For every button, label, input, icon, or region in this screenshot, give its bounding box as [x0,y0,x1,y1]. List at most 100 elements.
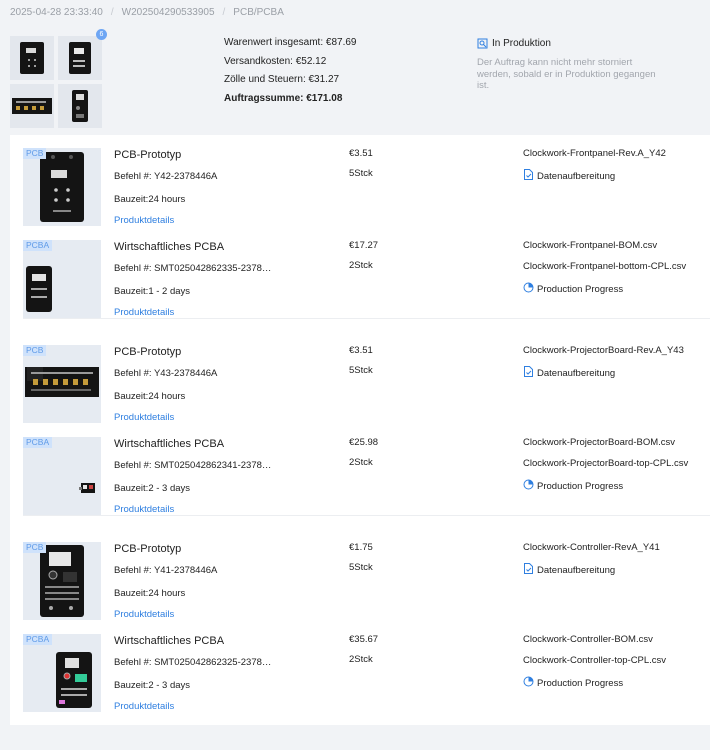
file-list: Clockwork-Controller-BOM.csv Clockwork-Co… [523,634,709,691]
file-list: Clockwork-ProjectorBoard-Rev.A_Y43 Daten… [523,345,709,381]
product-info: PCB-Prototyp Befehl #: Y43-2378446A Bauz… [114,345,274,423]
product-title: Wirtschaftliches PCBA [114,635,225,647]
order-status: In Produktion Der Auftrag kann nicht meh… [477,36,657,92]
product-title: Wirtschaftliches PCBA [114,438,225,450]
order-items-card: PCB PCB-Prototyp Befehl #: Y42-2378446A … [10,135,710,725]
shipping-cost: Versandkosten: €52.12 [224,55,327,67]
build-time: Bauzeit:1 - 2 days [114,286,191,297]
item-price: €25.98 [349,437,379,448]
product-title: PCB-Prototyp [114,346,182,358]
file-name[interactable]: Clockwork-Frontpanel-bottom-CPL.csv [523,261,709,282]
order-item-row: PCB PCB-Prototyp Befehl #: Y42-2378446A … [23,135,710,226]
file-list: Clockwork-Controller-RevA_Y41 Datenaufbe… [523,542,709,578]
item-price: €3.51 [349,148,373,159]
product-info: Wirtschaftliches PCBA Befehl #: SMT02504… [114,240,274,318]
product-image[interactable]: PCBA [23,437,101,515]
item-price: €1.75 [349,542,373,553]
production-status[interactable]: Datenaufbereitung [523,563,709,578]
status-note: Der Auftrag kann nicht mehr storniert we… [477,57,656,91]
file-name[interactable]: Clockwork-ProjectorBoard-BOM.csv [523,437,709,458]
product-details-link[interactable]: Produktdetails [114,307,274,318]
file-name[interactable]: Clockwork-Controller-BOM.csv [523,634,709,655]
order-number: Befehl #: SMT025042862341-23784… [114,460,274,471]
breadcrumb: 2025-04-28 23:33:40 / W202504290533905 /… [10,5,284,19]
thumbnail-count-badge: 6 [96,29,107,40]
thumbnail-frontpanel-pcba[interactable] [58,36,102,80]
production-status-label: Datenaufbereitung [537,564,616,576]
product-type-tag: PCB [23,345,47,356]
thumbnail-projectorboard-pcb[interactable] [10,84,54,128]
product-details-link[interactable]: Produktdetails [114,215,274,226]
production-status[interactable]: Production Progress [523,479,709,494]
build-time: Bauzeit:24 hours [114,194,186,205]
item-price: €35.67 [349,634,379,645]
product-details-link[interactable]: Produktdetails [114,504,274,515]
production-status-label: Production Progress [537,480,624,492]
file-name[interactable]: Clockwork-Controller-top-CPL.csv [523,655,709,676]
production-status[interactable]: Datenaufbereitung [523,366,709,381]
order-number: Befehl #: SMT025042862325-23784… [114,657,274,668]
product-info: PCB-Prototyp Befehl #: Y41-2378446A Bauz… [114,542,274,620]
item-quantity: 5Stck [349,365,373,376]
status-label: In Produktion [492,37,551,49]
product-details-link[interactable]: Produktdetails [114,701,274,712]
product-image[interactable]: PCBA [23,240,101,318]
product-info: Wirtschaftliches PCBA Befehl #: SMT02504… [114,634,274,712]
item-quantity: 2Stck [349,457,373,468]
item-quantity: 5Stck [349,168,373,179]
product-type-tag: PCB [23,148,47,159]
build-time: Bauzeit:2 - 3 days [114,680,191,691]
item-price: €17.27 [349,240,379,251]
product-image[interactable]: PCBA [23,634,101,712]
product-info: Wirtschaftliches PCBA Befehl #: SMT02504… [114,437,274,515]
in-production-icon [477,38,488,48]
breadcrumb-date: 2025-04-28 23:33:40 [10,6,103,18]
product-type-tag: PCBA [23,240,53,251]
file-name[interactable]: Clockwork-ProjectorBoard-top-CPL.csv [523,458,709,479]
product-title: Wirtschaftliches PCBA [114,241,225,253]
progress-icon [523,676,537,691]
product-details-link[interactable]: Produktdetails [114,609,274,620]
order-totals: Warenwert insgesamt: €87.69 Versandkoste… [224,36,356,110]
thumbnail-frontpanel-pcb[interactable] [10,36,54,80]
product-title: PCB-Prototyp [114,543,182,555]
file-name[interactable]: Clockwork-Controller-RevA_Y41 [523,542,709,563]
order-number: Befehl #: Y42-2378446A [114,171,218,182]
file-list: Clockwork-Frontpanel-BOM.csv Clockwork-Fr… [523,240,709,297]
product-image[interactable]: PCB [23,542,101,620]
order-item-row: PCB PCB-Prototyp Befehl #: Y41-2378446A … [23,529,710,620]
order-item-row: PCBA Wirtschaftliches PCBA Befehl #: SMT… [23,424,710,515]
product-image[interactable]: PCB [23,345,101,423]
order-summary: 6 Warenwert insgesamt: €87.69 Versandkos… [0,26,710,132]
file-name[interactable]: Clockwork-Frontpanel-BOM.csv [523,240,709,261]
production-status[interactable]: Production Progress [523,282,709,297]
breadcrumb-order-id[interactable]: W202504290533905 [122,7,215,18]
build-time: Bauzeit:24 hours [114,588,186,599]
product-details-link[interactable]: Produktdetails [114,412,274,423]
group-divider [23,318,710,319]
product-thumbnail-grid[interactable] [10,36,102,128]
breadcrumb-separator: / [110,6,114,18]
customs-tax: Zölle und Steuern: €31.27 [224,74,340,86]
product-type-tag: PCB [23,542,47,553]
file-list: Clockwork-ProjectorBoard-BOM.csv Clockwor… [523,437,709,494]
progress-icon [523,479,537,494]
production-status[interactable]: Production Progress [523,676,709,691]
file-list: Clockwork-Frontpanel-Rev.A_Y42 Datenaufb… [523,148,709,184]
file-name[interactable]: Clockwork-ProjectorBoard-Rev.A_Y43 [523,345,709,366]
production-status[interactable]: Datenaufbereitung [523,169,709,184]
order-total: Auftragssumme: €171.08 [224,92,343,104]
file-name[interactable]: Clockwork-Frontpanel-Rev.A_Y42 [523,148,709,169]
thumbnail-controller-pcba[interactable] [58,84,102,128]
data-prep-icon [523,563,537,578]
goods-value: Warenwert insgesamt: €87.69 [224,37,357,48]
product-image[interactable]: PCB [23,148,101,226]
production-status-label: Production Progress [537,283,624,295]
build-time: Bauzeit:24 hours [114,391,186,402]
order-item-row: PCB PCB-Prototyp Befehl #: Y43-2378446A … [23,332,710,423]
order-item-row: PCBA Wirtschaftliches PCBA Befehl #: SMT… [23,227,710,318]
product-info: PCB-Prototyp Befehl #: Y42-2378446A Bauz… [114,148,274,226]
production-status-label: Production Progress [537,677,624,689]
production-status-label: Datenaufbereitung [537,170,616,182]
group-divider [23,515,710,516]
